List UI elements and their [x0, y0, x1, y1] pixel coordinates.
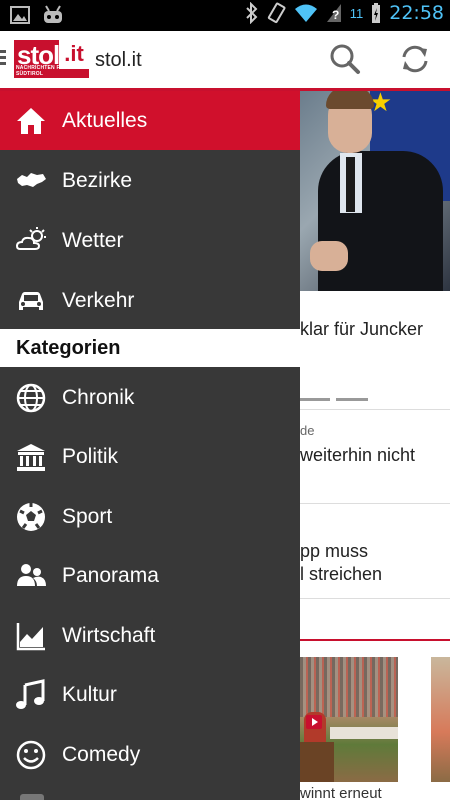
thumbnail-2[interactable]: [431, 657, 450, 782]
picture-icon: [10, 6, 30, 24]
article-meta-2: de: [300, 423, 315, 438]
search-button[interactable]: [327, 41, 363, 77]
people-icon: [17, 564, 46, 586]
headline-3-line2[interactable]: l streichen: [300, 564, 382, 585]
svg-text:?: ?: [332, 8, 339, 22]
drawer-item-label: Verkehr: [62, 288, 135, 312]
globe-icon: [16, 383, 46, 413]
drawer-item-politik[interactable]: Politik: [0, 427, 300, 486]
status-bar: ? 11 22:58: [0, 0, 450, 31]
vibrate-icon: [267, 2, 286, 24]
logo-tagline: NACHRICHTEN FÜR SÜDTIROL: [16, 65, 68, 77]
no-signal-icon: ?: [326, 4, 341, 22]
drawer-item-label: Kultur: [62, 682, 117, 706]
drawer-item-label: Wetter: [62, 228, 124, 252]
stol-logo[interactable]: stol .it NACHRICHTEN FÜR SÜDTIROL: [14, 40, 89, 78]
home-icon: [17, 108, 45, 134]
app-bar: stol .it NACHRICHTEN FÜR SÜDTIROL stol.i…: [0, 31, 450, 91]
drawer-item-label: Aktuelles: [62, 108, 148, 132]
drawer-item-verkehr[interactable]: Verkehr: [0, 271, 300, 330]
drawer-item-label: Wirtschaft: [62, 623, 156, 647]
hero-image[interactable]: ★: [300, 91, 450, 291]
refresh-button[interactable]: [397, 41, 433, 77]
bluetooth-icon: [246, 2, 258, 24]
drawer-item-aktuelles[interactable]: Aktuelles: [0, 91, 300, 150]
drawer-item-label: Comedy: [62, 742, 141, 766]
music-note-icon: [16, 679, 45, 709]
drawer-item-label: Panorama: [62, 563, 159, 587]
drawer-item-wetter[interactable]: Wetter: [0, 211, 300, 270]
navigation-drawer: Aktuelles Bezirke Wetter Verkehr Kategor…: [0, 91, 300, 800]
refresh-icon: [402, 45, 428, 73]
area-chart-icon: [16, 623, 45, 651]
battery-charging-icon: [372, 3, 381, 23]
smiley-icon: [16, 740, 46, 770]
headline-3-line1[interactable]: pp muss: [300, 541, 368, 562]
section-divider: [300, 639, 450, 641]
section-header-kategorien: Kategorien: [0, 329, 300, 367]
status-left: [10, 5, 64, 25]
government-building-icon: [17, 444, 45, 471]
drawer-item-bezirke[interactable]: Bezirke: [0, 151, 300, 210]
play-icon: [306, 715, 322, 729]
video-thumbnail[interactable]: [300, 657, 398, 782]
status-right: ? 11 22:58: [246, 2, 444, 24]
android-icon: [44, 5, 62, 23]
drawer-item-chronik[interactable]: Chronik: [0, 368, 300, 427]
drawer-item-label: Bezirke: [62, 168, 133, 192]
drawer-item-kultur[interactable]: Kultur: [0, 665, 300, 724]
headline-2[interactable]: weiterhin nicht: [300, 445, 415, 466]
drawer-indicator-icon[interactable]: [0, 50, 6, 68]
app-title: stol.it: [95, 49, 142, 71]
section-title: Kategorien: [16, 337, 121, 359]
drawer-item-label: Politik: [62, 444, 119, 468]
drawer-item-wirtschaft[interactable]: Wirtschaft: [0, 606, 300, 665]
search-icon: [330, 44, 360, 74]
region-map-icon: [17, 173, 46, 187]
status-time: 22:58: [389, 2, 444, 24]
drawer-item-label: Sport: [62, 504, 113, 528]
drawer-item-label: Chronik: [62, 385, 135, 409]
pager-dots: [300, 398, 368, 401]
car-icon: [19, 292, 43, 310]
cloud-sun-icon: [15, 227, 46, 250]
next-item-icon: [20, 794, 44, 800]
drawer-item-comedy[interactable]: Comedy: [0, 725, 300, 784]
wifi-icon: [294, 4, 317, 22]
drawer-item-panorama[interactable]: Panorama: [0, 546, 300, 605]
signal-label: 11: [349, 5, 364, 21]
caption-4[interactable]: winnt erneut: [300, 785, 382, 802]
headline-1[interactable]: klar für Juncker: [300, 319, 423, 340]
soccer-ball-icon: [17, 503, 45, 531]
drawer-item-sport[interactable]: Sport: [0, 487, 300, 546]
